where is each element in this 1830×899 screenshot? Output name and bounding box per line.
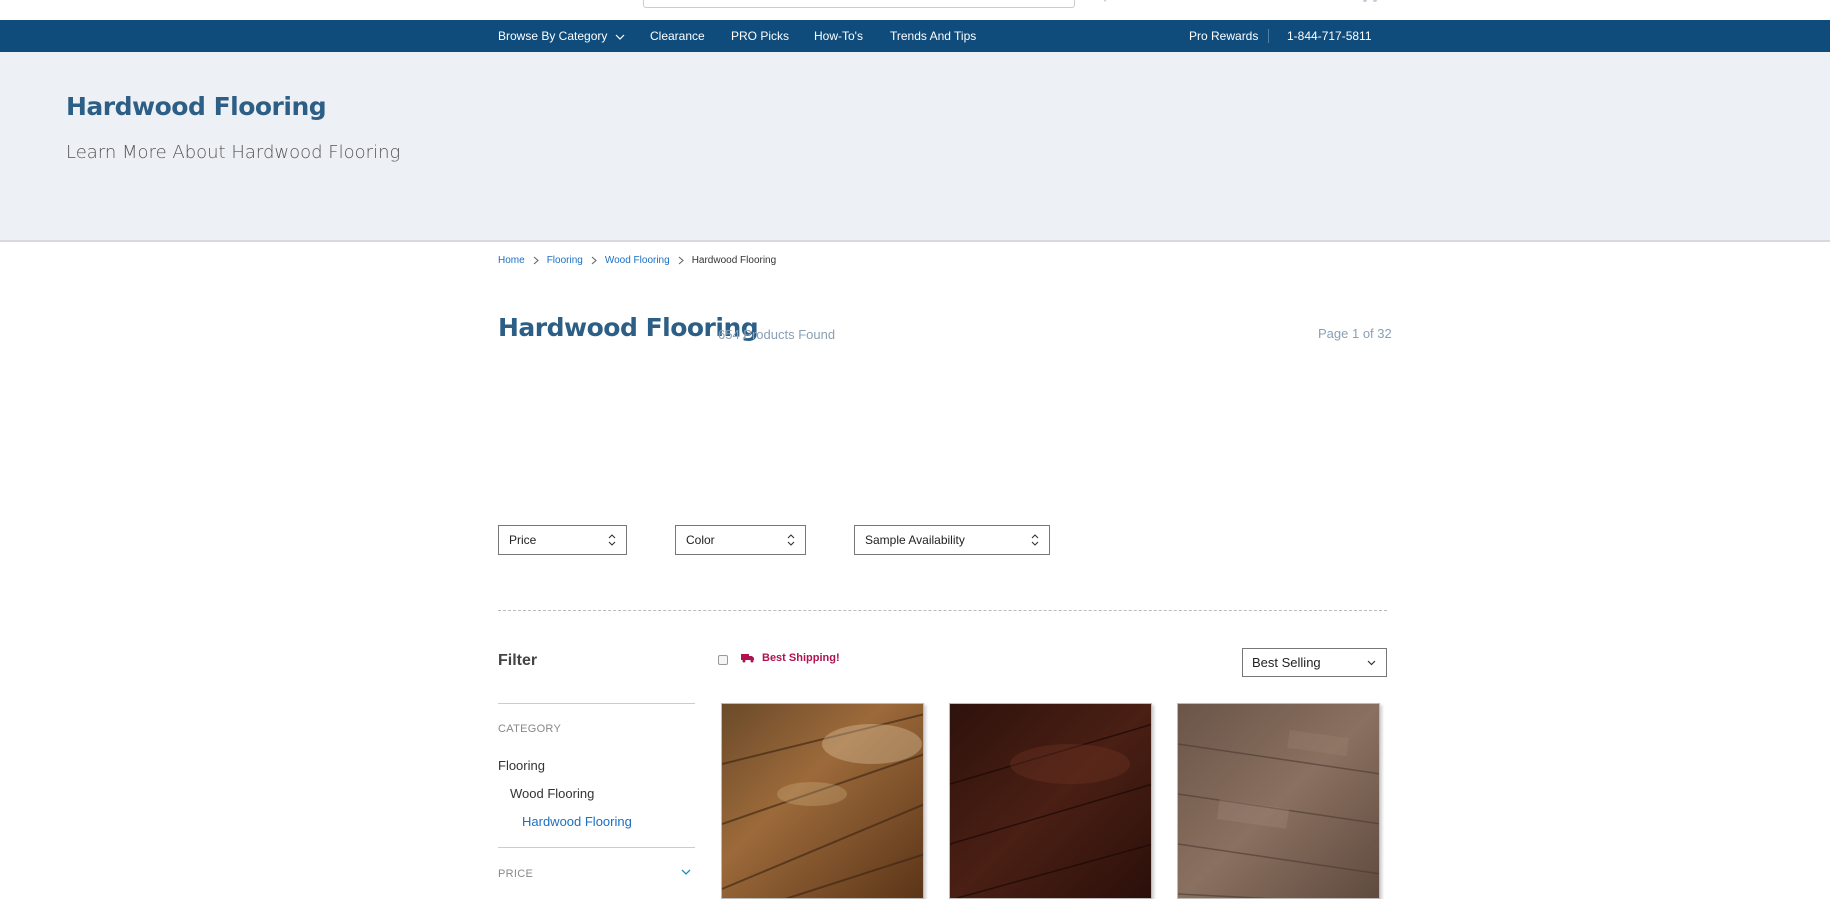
section-divider bbox=[498, 610, 1387, 611]
nav-trends-and-tips[interactable]: Trends And Tips bbox=[890, 20, 976, 52]
hero-subtitle[interactable]: Learn More About Hardwood Flooring bbox=[66, 142, 400, 163]
chevron-right-icon bbox=[591, 256, 597, 265]
page-indicator: Page 1 of 32 bbox=[1318, 326, 1392, 341]
breadcrumb: Home Flooring Wood Flooring Hardwood Flo… bbox=[498, 255, 776, 266]
nav-browse-label: Browse By Category bbox=[498, 29, 608, 43]
breadcrumb-wood-flooring[interactable]: Wood Flooring bbox=[605, 255, 670, 266]
nav-browse-by-category[interactable]: Browse By Category bbox=[498, 20, 625, 52]
category-section-label: CATEGORY bbox=[498, 723, 562, 735]
nav-phone[interactable]: 1-844-717-5811 bbox=[1287, 20, 1372, 52]
price-section-label[interactable]: PRICE bbox=[498, 868, 533, 880]
sidebar-category-wood-flooring[interactable]: Wood Flooring bbox=[510, 786, 594, 801]
price-filter-label: Price bbox=[509, 533, 537, 547]
product-image[interactable] bbox=[949, 703, 1152, 899]
sidebar-divider bbox=[498, 703, 695, 704]
sort-select-value: Best Selling bbox=[1252, 655, 1321, 670]
chevron-right-icon bbox=[533, 256, 539, 265]
nav-pro-rewards[interactable]: Pro Rewards bbox=[1189, 20, 1258, 52]
sort-arrows-icon bbox=[787, 534, 795, 546]
nav-how-tos[interactable]: How-To's bbox=[814, 20, 863, 52]
sort-arrows-icon bbox=[1031, 534, 1039, 546]
color-filter-select[interactable]: Color bbox=[675, 525, 806, 555]
product-count: 654 Products Found bbox=[718, 327, 836, 342]
location-pin-icon[interactable] bbox=[1098, 0, 1112, 6]
chevron-down-icon bbox=[615, 34, 625, 40]
search-input[interactable] bbox=[643, 0, 1075, 8]
best-shipping-label[interactable]: Best Shipping! bbox=[762, 652, 840, 664]
breadcrumb-current: Hardwood Flooring bbox=[691, 255, 777, 266]
top-header-strip bbox=[0, 0, 1830, 20]
product-image[interactable] bbox=[721, 703, 924, 899]
hardwood-floor-photo-1 bbox=[722, 704, 923, 898]
product-image[interactable] bbox=[1177, 703, 1380, 899]
breadcrumb-flooring[interactable]: Flooring bbox=[547, 255, 583, 266]
sidebar-category-hardwood-flooring[interactable]: Hardwood Flooring bbox=[522, 814, 632, 829]
filter-heading: Filter bbox=[498, 652, 538, 669]
nav-divider bbox=[1268, 29, 1269, 43]
sample-filter-label: Sample Availability bbox=[865, 533, 965, 547]
chevron-right-icon bbox=[678, 256, 684, 265]
truck-icon bbox=[741, 654, 754, 663]
cart-icon[interactable] bbox=[1360, 0, 1380, 6]
breadcrumb-home[interactable]: Home bbox=[498, 255, 525, 266]
best-shipping-checkbox[interactable] bbox=[718, 655, 728, 665]
main-nav-bar: Browse By Category Clearance PRO Picks H… bbox=[0, 20, 1830, 52]
nav-pro-picks[interactable]: PRO Picks bbox=[731, 20, 789, 52]
hardwood-floor-photo-3 bbox=[1178, 704, 1379, 898]
sidebar-category-flooring[interactable]: Flooring bbox=[498, 758, 545, 773]
price-filter-select[interactable]: Price bbox=[498, 525, 627, 555]
hardwood-floor-photo-2 bbox=[950, 704, 1151, 898]
hero-title: Hardwood Flooring bbox=[66, 92, 327, 121]
sort-select[interactable]: Best Selling bbox=[1242, 648, 1387, 677]
color-filter-label: Color bbox=[686, 533, 715, 547]
sample-availability-select[interactable]: Sample Availability bbox=[854, 525, 1050, 555]
chevron-down-icon[interactable] bbox=[681, 868, 691, 876]
nav-clearance[interactable]: Clearance bbox=[650, 20, 705, 52]
sidebar-divider bbox=[498, 847, 695, 848]
chevron-down-icon bbox=[1367, 660, 1376, 666]
sort-arrows-icon bbox=[608, 534, 616, 546]
hero-banner: Hardwood Flooring Learn More About Hardw… bbox=[0, 52, 1830, 242]
